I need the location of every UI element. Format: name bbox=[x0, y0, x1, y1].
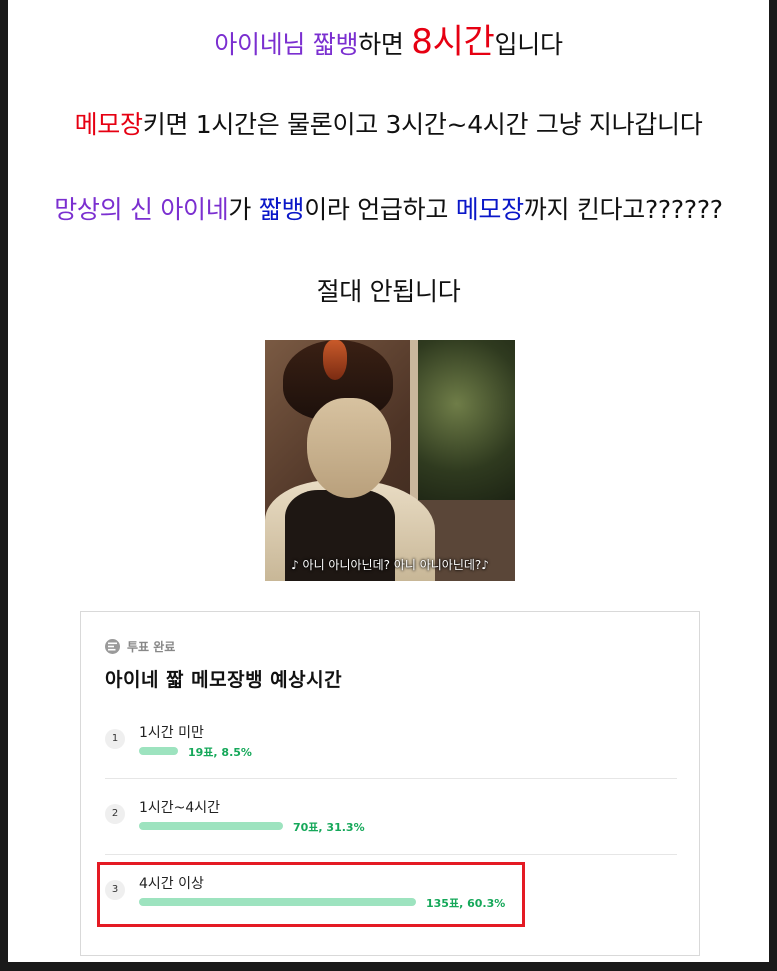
text-line-4: 절대 안됩니다 bbox=[316, 277, 461, 306]
post-content: 아이네님 짧뱅하면 8시간입니다 메모장키면 1시간은 물론이고 3시간~4시간… bbox=[8, 0, 769, 962]
vote-bar bbox=[139, 822, 283, 830]
vote-bar bbox=[139, 747, 178, 755]
face-shape bbox=[307, 398, 391, 498]
highlight-text: 메모장 bbox=[74, 110, 143, 139]
option-label: 1시간 미만 bbox=[139, 725, 204, 741]
poll-option-2[interactable]: 2 1시간~4시간 70표, 31.3% bbox=[105, 778, 677, 855]
window-scene bbox=[410, 340, 515, 500]
option-number: 2 bbox=[105, 804, 125, 824]
highlight-box bbox=[97, 862, 525, 927]
highlight-text: 메모장 bbox=[455, 195, 524, 224]
body-text: 까지 킨다고?????? bbox=[523, 195, 723, 224]
vote-count: 19표, 8.5% bbox=[188, 746, 252, 759]
option-number: 1 bbox=[105, 729, 125, 749]
emphasis-text: 8시간 bbox=[411, 22, 495, 62]
plume-shape bbox=[323, 340, 347, 380]
poll-status-label: 투표 완료 bbox=[127, 639, 176, 654]
highlight-text: 망상의 신 아이네 bbox=[54, 195, 229, 224]
body-text: 가 bbox=[228, 195, 259, 224]
poll-status: 투표 완료 bbox=[105, 638, 175, 654]
body-text: 이라 언급하고 bbox=[304, 195, 456, 224]
text-line-3: 망상의 신 아이네가 짧뱅이라 언급하고 메모장까지 킨다고?????? bbox=[8, 190, 769, 226]
poll-title: 아이네 짧 메모장뱅 예상시간 bbox=[105, 669, 343, 691]
body-text: 키면 1시간은 물론이고 3시간~4시간 그냥 지나갑니다 bbox=[142, 110, 703, 139]
meme-gif[interactable]: ♪ 아니 아니아닌데? 아니 아니아닌데?♪ bbox=[265, 340, 515, 581]
poll-icon bbox=[105, 638, 120, 654]
vote-count: 70표, 31.3% bbox=[293, 821, 365, 834]
body-text: 입니다 bbox=[494, 30, 563, 59]
text-line-2: 메모장키면 1시간은 물론이고 3시간~4시간 그냥 지나갑니다 bbox=[8, 105, 769, 141]
gif-caption: ♪ 아니 아니아닌데? 아니 아니아닌데?♪ bbox=[291, 558, 489, 572]
body-text: 하면 bbox=[358, 30, 412, 59]
option-label: 1시간~4시간 bbox=[139, 800, 221, 816]
highlight-text: 짧뱅 bbox=[258, 195, 305, 224]
highlight-text: 아이네님 짧뱅 bbox=[214, 30, 359, 59]
text-line-1: 아이네님 짧뱅하면 8시간입니다 bbox=[8, 14, 769, 63]
poll-option-1[interactable]: 1 1시간 미만 19표, 8.5% bbox=[105, 704, 677, 780]
